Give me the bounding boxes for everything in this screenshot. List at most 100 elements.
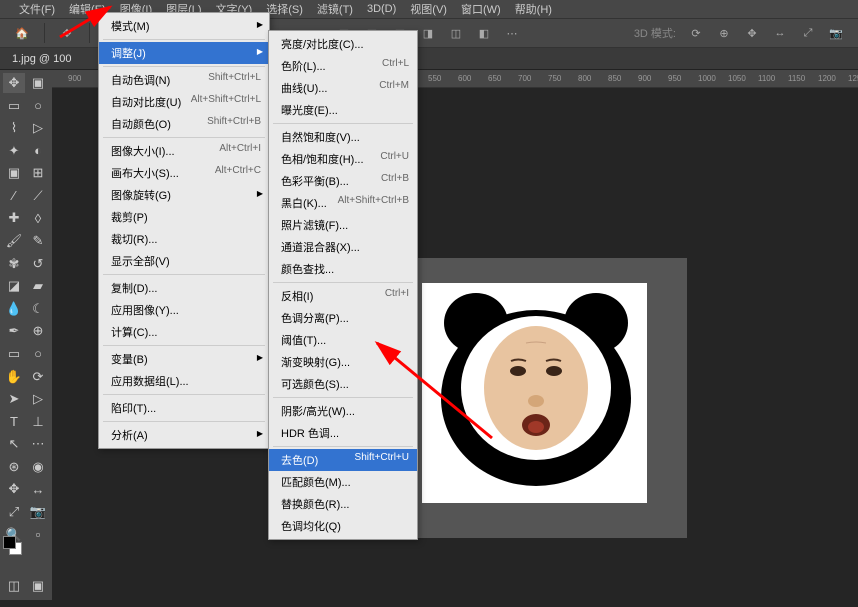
menu-black-white[interactable]: 黑白(K)...Alt+Shift+Ctrl+B	[269, 192, 417, 214]
crop-tool[interactable]: ▣	[3, 163, 25, 183]
menu-trim[interactable]: 裁切(R)...	[99, 228, 269, 250]
menu-match-color[interactable]: 匹配颜色(M)...	[269, 471, 417, 493]
vtype-tool[interactable]: ⊥	[27, 412, 49, 432]
ellipse-tool[interactable]: ○	[27, 344, 49, 364]
pen-tool[interactable]: ✒	[3, 321, 25, 341]
menu-calculations[interactable]: 计算(C)...	[99, 321, 269, 343]
menu-invert[interactable]: 反相(I)Ctrl+I	[269, 285, 417, 307]
path-select-tool[interactable]: ➤	[3, 389, 25, 409]
lasso-tool[interactable]: ⌇	[3, 118, 25, 138]
ruler-tick: 550	[428, 74, 441, 83]
menu-adjustments[interactable]: 调整(J)	[99, 42, 269, 64]
menu-photo-filter[interactable]: 照片滤镜(F)...	[269, 214, 417, 236]
brush-tool[interactable]: 🖌	[3, 231, 25, 251]
menu-canvas-size[interactable]: 画布大小(S)...Alt+Ctrl+C	[99, 162, 269, 184]
gradient-tool[interactable]: ▰	[27, 276, 49, 296]
menu-exposure[interactable]: 曝光度(E)...	[269, 99, 417, 121]
3d-pan-icon[interactable]: ✥	[740, 21, 764, 45]
more-icon[interactable]: ⋯	[500, 21, 524, 45]
menu-levels[interactable]: 色阶(L)...Ctrl+L	[269, 55, 417, 77]
3d-scale-tool[interactable]: ⤢	[3, 502, 25, 522]
3d-slide-tool[interactable]: ↔	[27, 479, 49, 499]
eyedropper-tool[interactable]: ⁄	[3, 186, 25, 206]
rect-tool[interactable]: ▭	[3, 344, 25, 364]
3d-pan-tool[interactable]: ✥	[3, 479, 25, 499]
menu-apply-image[interactable]: 应用图像(Y)...	[99, 299, 269, 321]
3d-camera-tool[interactable]: 📷	[27, 502, 49, 522]
ruler-tool[interactable]: ⟋	[27, 186, 49, 206]
menu-image-size[interactable]: 图像大小(I)...Alt+Ctrl+I	[99, 140, 269, 162]
menu-color-balance[interactable]: 色彩平衡(B)...Ctrl+B	[269, 170, 417, 192]
3d-orbit-icon[interactable]: ⟳	[684, 21, 708, 45]
menu-vibrance[interactable]: 自然饱和度(V)...	[269, 126, 417, 148]
align-right-icon[interactable]: ◧	[472, 21, 496, 45]
ellipse-marquee-tool[interactable]: ○	[27, 96, 49, 116]
menu-apply-dataset[interactable]: 应用数据组(L)...	[99, 370, 269, 392]
ruler-tick: 750	[548, 74, 561, 83]
screen-mode-tool[interactable]: ▣	[27, 576, 49, 596]
direct-select-tool[interactable]: ▷	[27, 389, 49, 409]
arrow-tool[interactable]: ↖	[3, 434, 25, 454]
menu-crop[interactable]: 裁剪(P)	[99, 206, 269, 228]
menu-brightness-contrast[interactable]: 亮度/对比度(C)...	[269, 33, 417, 55]
menu-curves[interactable]: 曲线(U)...Ctrl+M	[269, 77, 417, 99]
quick-select-tool[interactable]: ◐	[27, 141, 49, 161]
menu-auto-contrast[interactable]: 自动对比度(U)Alt+Shift+Ctrl+L	[99, 91, 269, 113]
color-swatches[interactable]	[3, 536, 23, 556]
menubar-item-8[interactable]: 视图(V)	[403, 0, 454, 19]
menu-equalize[interactable]: 色调均化(Q)	[269, 515, 417, 537]
3d-roll-tool[interactable]: ◉	[27, 457, 49, 477]
menubar-item-6[interactable]: 滤镜(T)	[310, 0, 360, 19]
menu-analysis[interactable]: 分析(A)	[99, 424, 269, 446]
more-tool[interactable]: ⋯	[27, 434, 49, 454]
menu-color-lookup[interactable]: 颜色查找...	[269, 258, 417, 280]
eraser-tool[interactable]: ◪	[3, 276, 25, 296]
menu-auto-tone[interactable]: 自动色调(N)Shift+Ctrl+L	[99, 69, 269, 91]
ruler-tick: 1050	[728, 74, 746, 83]
artboard-tool[interactable]: ▣	[27, 73, 49, 93]
foreground-color[interactable]	[3, 536, 16, 549]
menu-auto-color[interactable]: 自动颜色(O)Shift+Ctrl+B	[99, 113, 269, 135]
menubar-item-10[interactable]: 帮助(H)	[508, 0, 559, 19]
3d-scale-icon[interactable]: ⤢	[796, 21, 820, 45]
poly-lasso-tool[interactable]: ▷	[27, 118, 49, 138]
menubar-item-9[interactable]: 窗口(W)	[454, 0, 508, 19]
frame-tool[interactable]: ⊞	[27, 163, 49, 183]
hand-tool[interactable]: ✋	[3, 367, 25, 387]
type-tool[interactable]: T	[3, 412, 25, 432]
3d-rotate-tool[interactable]: ⊛	[3, 457, 25, 477]
wand-tool[interactable]: ✦	[3, 141, 25, 161]
home-icon[interactable]: 🏠	[10, 21, 34, 45]
patch-tool[interactable]: ◊	[27, 208, 49, 228]
ruler-tick: 650	[488, 74, 501, 83]
pencil-tool[interactable]: ✎	[27, 231, 49, 251]
menu-variables[interactable]: 变量(B)	[99, 348, 269, 370]
more-tool-2[interactable]: ▫	[27, 525, 49, 545]
heal-tool[interactable]: ✚	[3, 208, 25, 228]
move-tool[interactable]: ✥	[3, 73, 25, 93]
menu-replace-color[interactable]: 替换颜色(R)...	[269, 493, 417, 515]
menu-reveal-all[interactable]: 显示全部(V)	[99, 250, 269, 272]
menubar-item-7[interactable]: 3D(D)	[360, 1, 403, 17]
align-left-icon[interactable]: ◨	[416, 21, 440, 45]
history-brush-tool[interactable]: ↺	[27, 254, 49, 274]
3d-slide-icon[interactable]: ↔	[768, 21, 792, 45]
add-anchor-tool[interactable]: ⊕	[27, 321, 49, 341]
ruler-tick: 800	[578, 74, 591, 83]
document-tab[interactable]: 1.jpg @ 100	[12, 53, 72, 65]
menu-hue-saturation[interactable]: 色相/饱和度(H)...Ctrl+U	[269, 148, 417, 170]
blur-tool[interactable]: 💧	[3, 299, 25, 319]
3d-camera-icon[interactable]: 📷	[824, 21, 848, 45]
align-hcenter-icon[interactable]: ◫	[444, 21, 468, 45]
menu-channel-mixer[interactable]: 通道混合器(X)...	[269, 236, 417, 258]
menu-duplicate[interactable]: 复制(D)...	[99, 277, 269, 299]
3d-roll-icon[interactable]: ⊕	[712, 21, 736, 45]
dodge-tool[interactable]: ☾	[27, 299, 49, 319]
adjustments-submenu: 亮度/对比度(C)... 色阶(L)...Ctrl+L 曲线(U)...Ctrl…	[268, 30, 418, 540]
menu-trap[interactable]: 陷印(T)...	[99, 397, 269, 419]
menu-image-rotation[interactable]: 图像旋转(G)	[99, 184, 269, 206]
quickmask-tool[interactable]: ◫	[3, 576, 25, 596]
stamp-tool[interactable]: ✾	[3, 254, 25, 274]
rotate-tool[interactable]: ⟳	[27, 367, 49, 387]
marquee-tool[interactable]: ▭	[3, 96, 25, 116]
